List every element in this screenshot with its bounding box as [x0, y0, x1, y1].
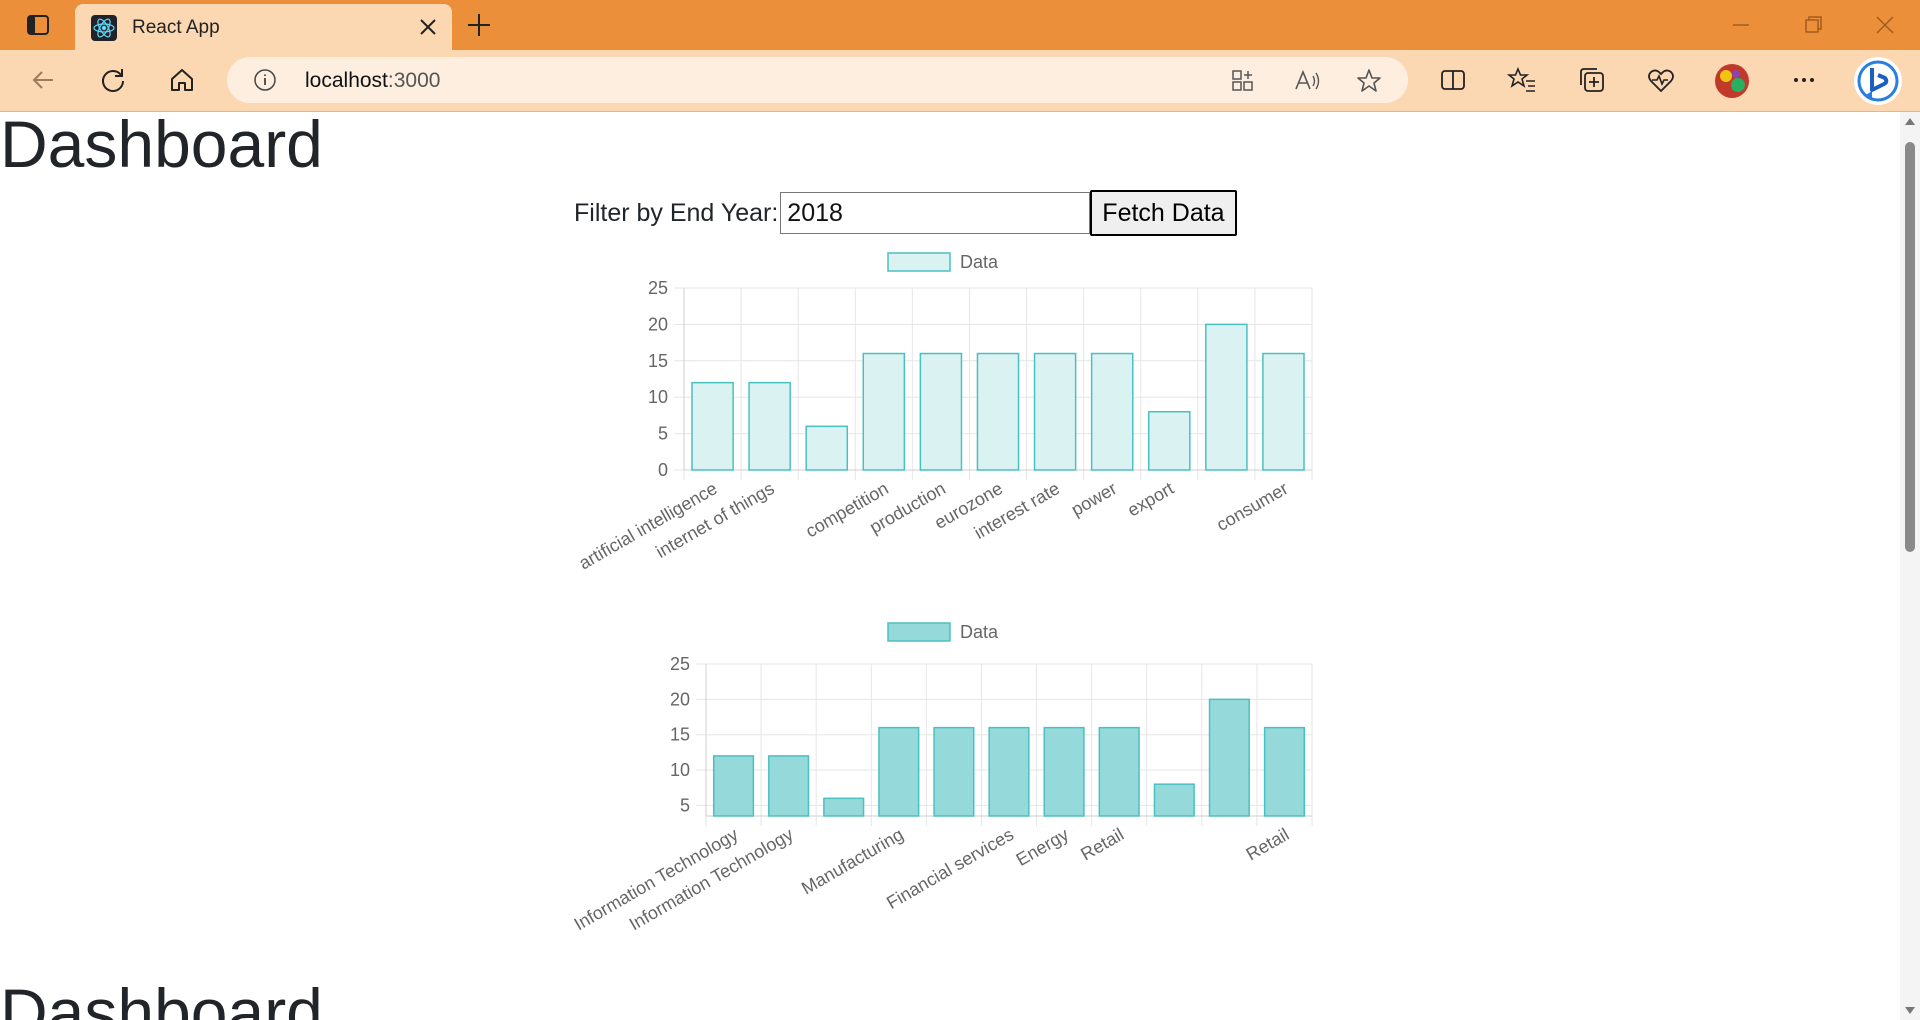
app-available-icon[interactable] [1230, 68, 1256, 94]
refresh-icon[interactable] [98, 65, 128, 95]
tab-actions-icon [27, 15, 49, 35]
restore-icon[interactable] [1802, 14, 1824, 36]
home-icon[interactable] [167, 65, 197, 95]
x-tick-label: Manufacturing [798, 824, 907, 898]
tab-react-app[interactable]: React App [75, 4, 452, 50]
back-icon[interactable] [28, 65, 58, 95]
second-dashboard-title: Dashboard [0, 975, 323, 1020]
legend-label[interactable]: Data [960, 622, 999, 642]
page-content: Dashboard Filter by End Year: Fetch Data… [0, 112, 1900, 1020]
tab-title: React App [132, 17, 220, 38]
favorite-star-icon[interactable] [1355, 67, 1383, 95]
chart-bar[interactable] [1043, 726, 1085, 817]
chart-bar[interactable] [933, 726, 975, 817]
chart-bar[interactable] [878, 726, 920, 817]
split-screen-icon[interactable] [1438, 65, 1468, 95]
sector-bar-chart: Data510152025Information TechnologyInfor… [571, 622, 1313, 934]
scroll-down-icon[interactable] [1904, 1006, 1916, 1016]
collections-icon[interactable] [1577, 65, 1607, 95]
chart-bar[interactable] [1153, 783, 1195, 817]
profile-avatar[interactable] [1714, 63, 1750, 99]
more-options-icon[interactable] [1789, 65, 1819, 95]
copilot-bing-icon[interactable] [1852, 55, 1904, 107]
address-bar[interactable]: localhost:3000 [227, 57, 1408, 103]
chart-bar[interactable] [1098, 726, 1140, 817]
close-window-icon[interactable] [1874, 14, 1896, 36]
vertical-scrollbar[interactable] [1900, 112, 1920, 1020]
url-text[interactable]: localhost:3000 [305, 69, 440, 93]
x-tick-label: Energy [1013, 824, 1072, 870]
x-tick-label: Retail [1077, 824, 1127, 864]
chart-bar[interactable] [712, 755, 755, 817]
scroll-up-icon[interactable] [1904, 116, 1916, 126]
y-tick-label: 15 [670, 725, 690, 745]
favorites-icon[interactable] [1507, 65, 1537, 95]
react-logo-icon [91, 15, 117, 41]
y-tick-label: 20 [670, 689, 690, 709]
close-tab-icon[interactable] [418, 17, 438, 37]
y-tick-label: 10 [670, 760, 690, 780]
minimize-icon[interactable] [1730, 14, 1752, 36]
browser-essentials-icon[interactable] [1646, 65, 1676, 95]
chart-bar[interactable] [988, 726, 1030, 817]
url-host: localhost [305, 69, 388, 92]
browser-toolbar: localhost:3000 [0, 50, 1920, 112]
chart-bar[interactable] [768, 755, 810, 817]
x-tick-label: Retail [1243, 824, 1293, 864]
chart-bar[interactable] [823, 797, 865, 817]
chart-bar[interactable] [1208, 698, 1250, 817]
y-tick-label: 5 [680, 795, 690, 815]
y-tick-label: 25 [670, 654, 690, 674]
read-aloud-icon[interactable] [1293, 68, 1321, 94]
site-info-icon[interactable] [253, 68, 277, 92]
browser-tab-bar: React App [0, 0, 1920, 50]
chart-bar[interactable] [1263, 726, 1306, 817]
url-port: :3000 [387, 69, 441, 92]
scrollbar-thumb[interactable] [1905, 142, 1915, 552]
tab-actions-button[interactable] [8, 6, 68, 44]
new-tab-icon[interactable] [466, 12, 492, 38]
legend-swatch[interactable] [887, 622, 951, 642]
